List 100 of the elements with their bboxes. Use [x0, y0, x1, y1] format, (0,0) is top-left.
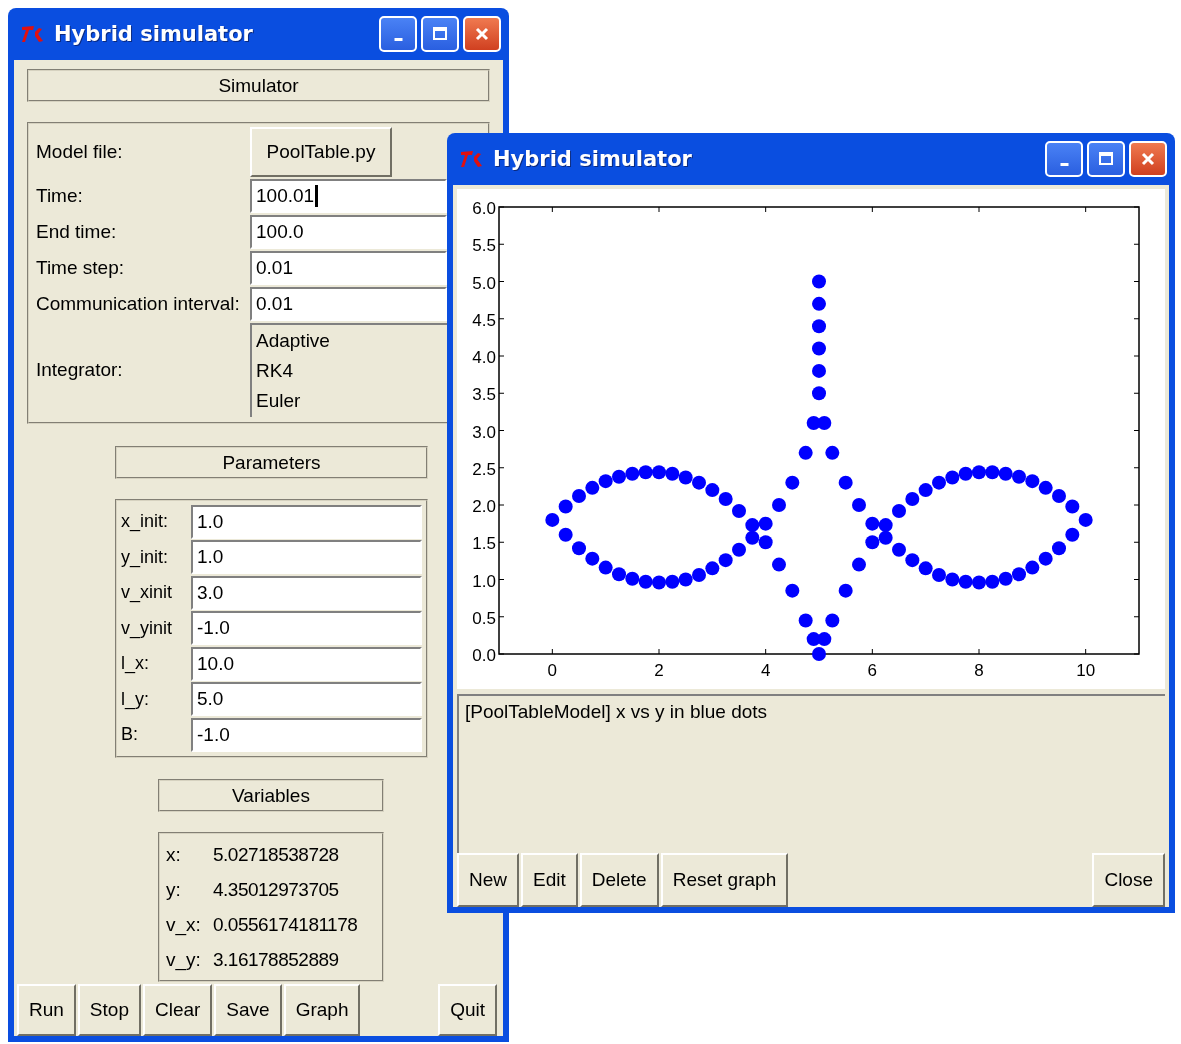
data-point	[678, 470, 693, 485]
field-label: Time step:	[36, 257, 125, 279]
variable-value: 0.0556174181178	[213, 914, 358, 936]
model-file-button[interactable]: PoolTable.py	[250, 127, 392, 177]
y-tick-label: 3.0	[472, 422, 496, 442]
action-button[interactable]: Delete	[579, 853, 659, 907]
field-label: v_xinit	[121, 582, 174, 604]
data-point	[572, 541, 586, 556]
action-button[interactable]: Save	[214, 984, 282, 1036]
data-point	[932, 568, 946, 583]
list-item[interactable]: RK4	[256, 356, 443, 386]
data-point	[958, 574, 973, 589]
close-button[interactable]	[1129, 141, 1167, 177]
data-point	[865, 516, 880, 531]
action-button[interactable]: New	[457, 853, 519, 907]
data-point	[718, 492, 733, 507]
y-tick-label: 6.0	[472, 199, 496, 218]
data-point	[598, 560, 613, 575]
field-label: End time:	[36, 221, 118, 243]
log-text: [PoolTableModel] x vs y in blue dots	[465, 701, 768, 722]
action-button[interactable]: Edit	[521, 853, 578, 907]
action-button[interactable]: Run	[17, 984, 76, 1036]
app-icon	[459, 149, 485, 169]
data-point	[985, 465, 1000, 480]
data-point	[745, 530, 760, 545]
input-field[interactable]: 3.0	[191, 575, 422, 610]
data-point	[798, 445, 813, 460]
data-point	[852, 557, 866, 572]
data-point	[918, 561, 933, 576]
variable-value: 5.02718538728	[213, 844, 339, 866]
action-button[interactable]: Reset graph	[660, 853, 789, 907]
variable-value: 4.35012973705	[213, 879, 339, 901]
list-item[interactable]: Adaptive	[256, 326, 443, 356]
data-point	[785, 475, 800, 490]
minimize-button[interactable]	[1045, 141, 1083, 177]
data-point	[598, 474, 613, 489]
variable-label: v_y:	[166, 949, 202, 971]
section-header: Simulator	[27, 69, 490, 102]
input-field[interactable]: 100.01	[250, 179, 447, 213]
data-point	[758, 535, 773, 550]
data-point	[1078, 512, 1093, 527]
maximize-button[interactable]	[421, 16, 459, 52]
input-field[interactable]: 5.0	[191, 682, 422, 717]
data-point	[572, 489, 586, 504]
field-label: Model file:	[36, 141, 124, 163]
data-point	[665, 574, 680, 589]
action-button[interactable]: Stop	[77, 984, 141, 1036]
data-point	[878, 530, 893, 545]
data-point	[1052, 489, 1066, 504]
minimize-button[interactable]	[379, 16, 417, 52]
data-point	[718, 553, 733, 568]
action-button[interactable]: Clear	[142, 984, 213, 1036]
input-field[interactable]: 0.01	[250, 287, 447, 321]
y-tick-label: 1.5	[472, 534, 496, 554]
field-label: B:	[121, 724, 139, 746]
input-field[interactable]: 1.0	[191, 504, 422, 539]
field-label: Communication interval:	[36, 293, 241, 315]
y-tick-label: 2.5	[472, 459, 496, 479]
section-header: Variables	[158, 778, 384, 812]
data-point	[1038, 551, 1053, 566]
field-label: x_init:	[121, 511, 170, 533]
input-field[interactable]: -1.0	[191, 611, 422, 646]
input-field[interactable]: -1.0	[191, 717, 422, 752]
data-point	[985, 574, 1000, 589]
data-point	[1065, 499, 1080, 514]
close-button[interactable]	[463, 16, 501, 52]
y-tick-label: 3.5	[472, 385, 496, 405]
input-field[interactable]: 1.0	[191, 540, 422, 575]
list-item[interactable]: Euler	[256, 386, 443, 416]
field-label: l_y:	[121, 688, 150, 710]
data-point	[878, 518, 893, 533]
data-point	[1012, 567, 1026, 582]
y-tick-label: 2.0	[472, 497, 496, 516]
x-tick-label: 10	[1076, 661, 1096, 680]
window-title: Hybrid simulator	[54, 22, 253, 46]
data-point	[905, 492, 920, 507]
close-window-button[interactable]: Close	[1092, 853, 1165, 907]
data-point	[812, 341, 826, 356]
data-point	[1052, 541, 1066, 556]
variable-value: 3.16178852889	[213, 949, 339, 971]
minimize-icon	[393, 37, 403, 41]
data-point	[638, 574, 653, 589]
data-point	[652, 465, 666, 480]
field-label: Integrator:	[36, 359, 124, 381]
quit-button[interactable]: Quit	[438, 984, 497, 1036]
data-point	[705, 483, 720, 498]
y-tick-label: 4.0	[472, 348, 496, 367]
action-button[interactable]: Graph	[283, 984, 361, 1036]
data-point	[705, 561, 720, 576]
x-tick-label: 2	[654, 661, 664, 680]
data-point	[772, 557, 786, 572]
input-field[interactable]: 100.0	[250, 215, 447, 249]
data-point	[812, 274, 826, 289]
maximize-button[interactable]	[1087, 141, 1125, 177]
data-point	[838, 583, 853, 598]
data-point	[817, 632, 832, 647]
data-point	[785, 583, 800, 598]
data-point	[958, 466, 973, 481]
input-field[interactable]: 0.01	[250, 251, 447, 285]
input-field[interactable]: 10.0	[191, 646, 422, 681]
